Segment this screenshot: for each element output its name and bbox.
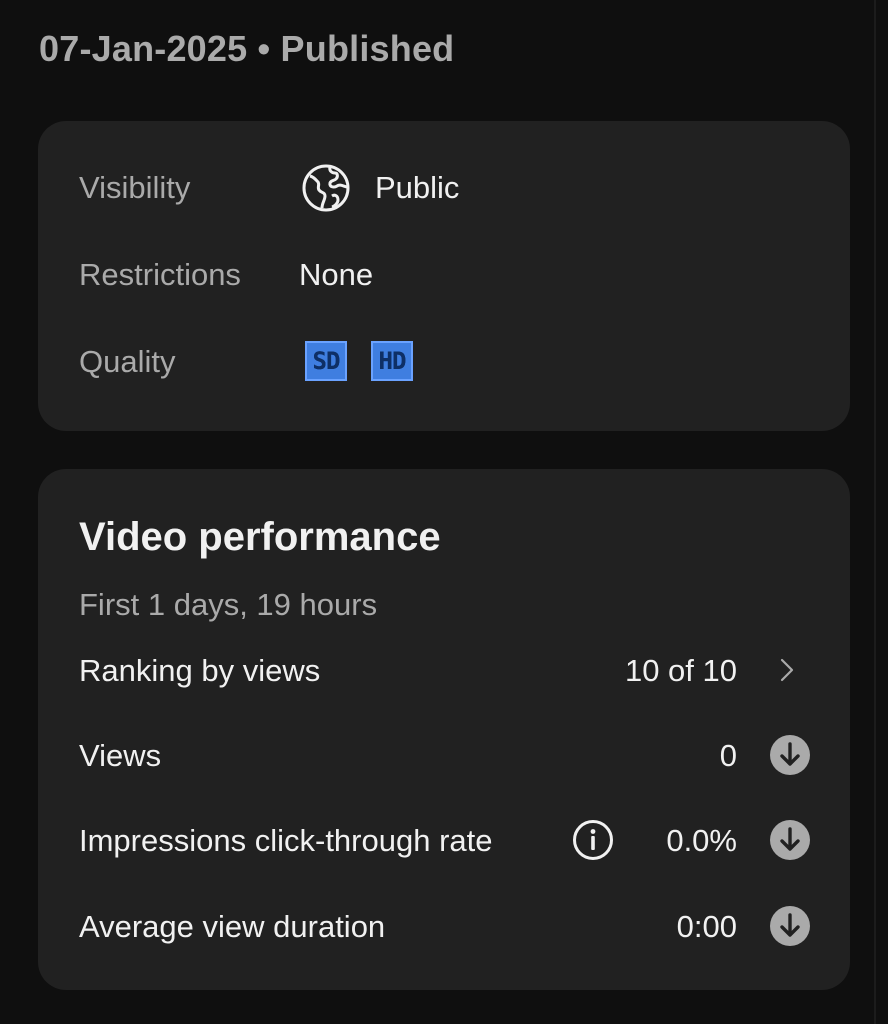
ctr-value: 0.0% <box>666 823 737 858</box>
chevron-right-icon[interactable] <box>772 655 802 685</box>
ranking-by-views-row[interactable]: Ranking by views 10 of 10 <box>79 645 810 695</box>
ctr-label: Impressions click-through rate <box>79 823 493 858</box>
performance-title: Video performance <box>79 515 441 559</box>
info-icon[interactable] <box>572 819 614 861</box>
sd-badge-icon: SD <box>305 341 347 381</box>
globe-icon <box>302 164 350 212</box>
avg-view-duration-label: Average view duration <box>79 909 386 944</box>
video-performance-card: Video performance First 1 days, 19 hours… <box>38 469 850 990</box>
ranking-label: Ranking by views <box>79 653 321 688</box>
arrow-down-circle-icon <box>770 906 810 946</box>
ctr-row: Impressions click-through rate 0.0% <box>79 815 810 865</box>
performance-subtitle: First 1 days, 19 hours <box>79 587 378 622</box>
scroll-edge <box>874 0 876 1024</box>
hd-badge-icon: HD <box>371 341 413 381</box>
quality-label: Quality <box>79 344 176 379</box>
avg-view-duration-row: Average view duration 0:00 <box>79 901 810 951</box>
views-value: 0 <box>719 738 737 773</box>
views-row: Views 0 <box>79 730 810 780</box>
restrictions-label: Restrictions <box>79 257 241 292</box>
arrow-down-circle-icon <box>770 735 810 775</box>
avg-view-duration-value: 0:00 <box>676 909 737 944</box>
visibility-value: Public <box>375 170 460 205</box>
views-label: Views <box>79 738 162 773</box>
arrow-down-circle-icon <box>770 820 810 860</box>
publish-status-header: 07-Jan-2025 • Published <box>39 28 455 69</box>
restrictions-value: None <box>299 257 374 292</box>
ranking-value: 10 of 10 <box>624 653 737 688</box>
visibility-label: Visibility <box>79 170 191 205</box>
video-details-page: 07-Jan-2025 • Published Visibility Publi… <box>0 0 888 1024</box>
details-card: Visibility Public Restrictions None Qual… <box>38 121 850 431</box>
